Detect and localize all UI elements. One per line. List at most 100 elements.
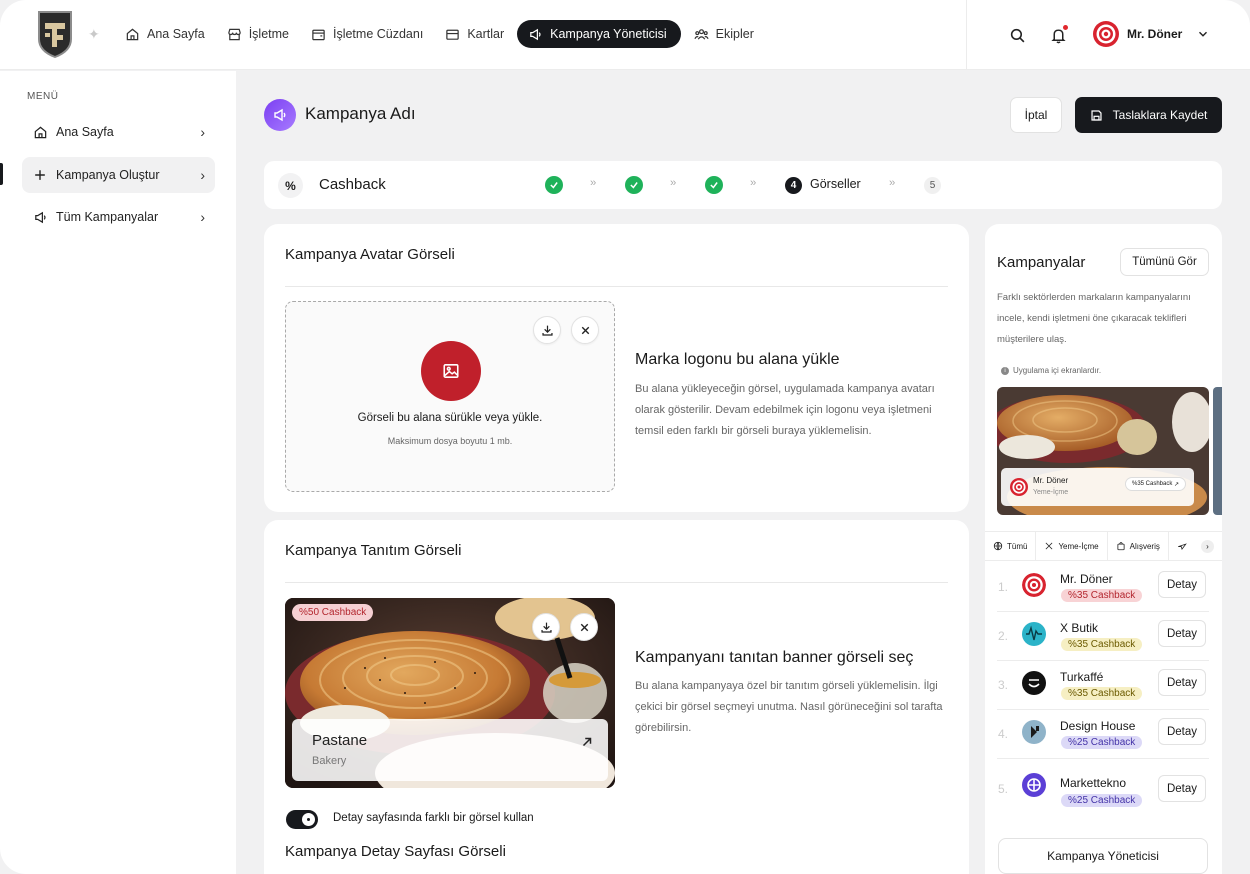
rank-number: 2. [998, 629, 1009, 643]
campaign-manager-button[interactable]: Kampanya Yöneticisi [998, 838, 1208, 874]
utensils-icon [1046, 542, 1053, 550]
cashback-badge: %25 Cashback [1061, 736, 1143, 749]
upload-button[interactable] [421, 341, 481, 401]
remove-button[interactable] [571, 316, 599, 344]
tab-food[interactable]: Yeme-İçme [1036, 532, 1108, 560]
close-icon [581, 326, 589, 334]
sidebar-item-all-campaigns[interactable]: Tüm Kampanyalar › [22, 199, 215, 235]
toggle-knob-dot [307, 818, 310, 821]
next-preview-peek [1213, 387, 1222, 515]
info-icon: i [1001, 366, 1009, 375]
section-title: Kampanya Avatar Görseli [285, 246, 455, 263]
step-complete-check-icon[interactable] [625, 176, 643, 194]
download-button[interactable] [533, 316, 561, 344]
rank-number: 4. [998, 727, 1009, 741]
save-draft-button[interactable]: Taslaklara Kaydet [1075, 97, 1222, 133]
banner-name: Pastane [312, 732, 368, 749]
chevron-right-icon: › [200, 209, 205, 225]
campaign-type-label: Cashback [319, 176, 386, 193]
megaphone-icon [32, 209, 48, 225]
panel-description: Farklı sektörlerden markaların kampanyal… [997, 292, 1191, 345]
step-complete-check-icon[interactable] [545, 176, 563, 194]
campaign-row: 1. Mr. Döner %35 Cashback Detay [997, 564, 1209, 612]
chevron-right-icon[interactable]: › [1201, 540, 1214, 553]
cashback-badge: %35 Cashback [1061, 638, 1143, 651]
nav-item-home[interactable]: Ana Sayfa [116, 20, 214, 48]
different-image-toggle[interactable] [286, 810, 318, 829]
download-button[interactable] [532, 613, 560, 641]
nav-item-label: Kampanya Yöneticisi [550, 27, 667, 41]
remove-button[interactable] [570, 613, 598, 641]
cashback-badge: %35 Cashback [1061, 687, 1143, 700]
info-text: Bu alana yükleyeceğin görsel, uygulamada… [635, 383, 935, 437]
cancel-button[interactable]: İptal [1010, 97, 1062, 133]
nav-item-business[interactable]: İşletme [218, 20, 298, 48]
nav-item-teams[interactable]: Ekipler [685, 20, 763, 48]
tab-more[interactable] [1169, 532, 1195, 560]
sidebar-item-create-campaign[interactable]: Kampanya Oluştur › [22, 157, 215, 193]
wallet-icon [312, 29, 325, 40]
preview-cashback-button: %35 Cashback ↗ [1125, 477, 1187, 491]
brand-name: Mr. Döner [1060, 572, 1113, 586]
divider [285, 286, 948, 287]
search-button[interactable] [1006, 24, 1028, 46]
nav-item-cards[interactable]: Kartlar [436, 20, 513, 48]
tab-label: Alışveriş [1129, 541, 1160, 551]
cashback-badge: %25 Cashback [1061, 794, 1143, 807]
chevron-right-icon: › [200, 124, 205, 140]
sidebar-item-label: Tüm Kampanyalar [56, 210, 159, 224]
brand-name: X Butik [1060, 621, 1099, 635]
chevron-right-icon: › [200, 167, 205, 183]
step-separator-icon: ›› [670, 177, 676, 189]
step-separator-icon: ›› [590, 177, 596, 189]
tab-shopping[interactable]: Alışveriş [1108, 532, 1169, 560]
brand-name: Design House [1060, 719, 1136, 733]
detail-button[interactable]: Detay [1158, 620, 1206, 647]
megaphone-icon [530, 28, 541, 40]
step-number[interactable]: 5 [924, 177, 941, 194]
shopping-bag-icon [1117, 542, 1125, 551]
avatar [1010, 478, 1028, 496]
brand-logo-markettekno [1022, 773, 1046, 797]
campaign-stepper: % Cashback ›› ›› ›› 4 Görseller ›› 5 [264, 161, 1222, 209]
menu-title: MENÜ [27, 91, 59, 102]
info-title: Marka logonu bu alana yükle [635, 351, 840, 368]
user-menu[interactable]: Mr. Döner [1093, 21, 1210, 47]
current-step-number: 4 [785, 177, 802, 194]
tab-all[interactable]: Tümü [985, 532, 1037, 560]
plus-icon [32, 167, 48, 183]
nav-item-label: İşletme Cüzdanı [332, 27, 424, 41]
main-nav: Ana Sayfa İşletme İşletme Cüzdanı Kartla… [116, 20, 763, 48]
nav-item-wallet[interactable]: İşletme Cüzdanı [302, 20, 432, 48]
nav-item-label: Ana Sayfa [147, 27, 205, 41]
brand-logo-turkaffe [1022, 671, 1046, 695]
section-title: Kampanya Detay Sayfası Görseli [285, 843, 506, 860]
campaigns-panel: Kampanyalar Tümünü Gör Farklı sektörlerd… [985, 224, 1222, 874]
arrow-up-right-icon [582, 737, 592, 747]
notifications-button[interactable] [1047, 24, 1069, 46]
brand-logo[interactable] [36, 9, 74, 59]
rank-number: 3. [998, 678, 1009, 692]
detail-button[interactable]: Detay [1158, 571, 1206, 598]
sidebar-item-home[interactable]: Ana Sayfa › [22, 114, 215, 150]
step-complete-check-icon[interactable] [705, 176, 723, 194]
sidebar-item-label: Ana Sayfa [56, 125, 114, 139]
detail-button[interactable]: Detay [1158, 669, 1206, 696]
tab-label: Yeme-İçme [1058, 541, 1099, 551]
percent-icon: % [278, 173, 303, 198]
sidebar: MENÜ Ana Sayfa › Kampanya Oluştur › Tüm … [0, 71, 236, 874]
home-icon [32, 124, 48, 140]
divider [285, 582, 948, 583]
view-all-button[interactable]: Tümünü Gör [1120, 248, 1209, 276]
avatar-dropzone[interactable]: Görseli bu alana sürükle veya yükle. Mak… [285, 301, 615, 492]
avatar-upload-card: Kampanya Avatar Görseli Görseli bu alana… [264, 224, 969, 512]
detail-button[interactable]: Detay [1158, 718, 1206, 745]
brand-name: Turkaffé [1060, 670, 1104, 684]
team-icon [694, 28, 709, 40]
campaign-row: 5. Markettekno %25 Cashback Detay [997, 762, 1209, 817]
top-navbar: ✦ Ana Sayfa İşletme İşletme Cüzdanı Kart… [0, 0, 1250, 70]
detail-button[interactable]: Detay [1158, 775, 1206, 802]
nav-item-campaign-manager[interactable]: Kampanya Yöneticisi [517, 20, 681, 48]
top-right-actions: Mr. Döner [966, 0, 1250, 70]
banner-preview[interactable]: %50 Cashback Pastane Bakery [285, 598, 615, 788]
